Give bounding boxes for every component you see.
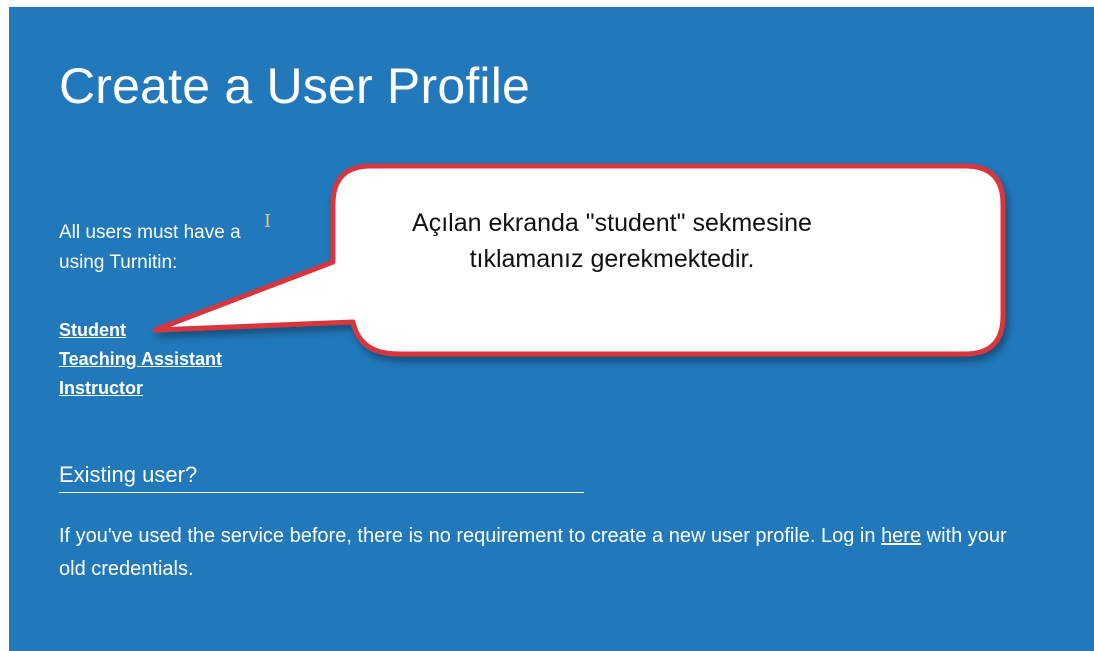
page-title: Create a User Profile [59,58,531,114]
instructor-link[interactable]: Instructor [59,378,143,398]
intro-text-start: All users must have a [59,222,241,243]
text-cursor-icon: I [264,211,272,232]
create-profile-panel: Create a User Profile All users must hav… [9,7,1094,651]
student-link[interactable]: Student [59,320,126,340]
existing-user-text: If you've used the service before, there… [59,520,1019,586]
intro-text-end: vill be [940,222,990,243]
intro-text-line2: using Turnitin: [59,252,178,273]
existing-user-text-before: If you've used the service before, there… [59,525,882,547]
callout-text: Açılan ekranda "student" sekmesine tıkla… [412,209,812,273]
list-item: Instructor [59,378,222,407]
list-item: Teaching Assistant [59,349,222,378]
teaching-assistant-link[interactable]: Teaching Assistant [59,349,222,369]
login-here-link[interactable]: here [881,525,921,547]
existing-user-heading: Existing user? [59,462,584,493]
role-links: Student Teaching Assistant Instructor [59,320,222,407]
list-item: Student [59,320,222,349]
